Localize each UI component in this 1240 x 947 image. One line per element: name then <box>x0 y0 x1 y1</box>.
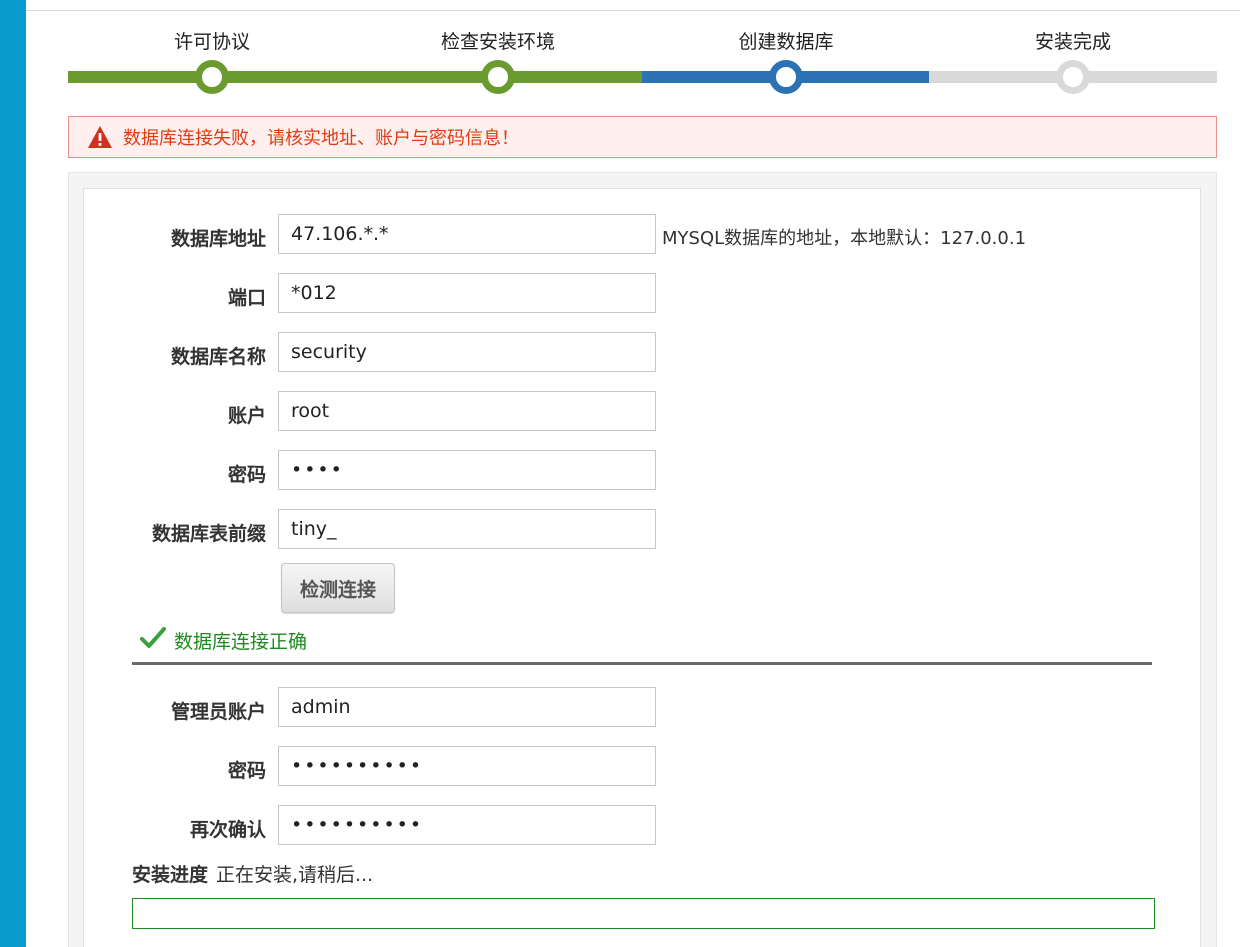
left-sidebar-strip <box>0 0 26 947</box>
admin-user-input[interactable] <box>278 687 656 727</box>
db-name-input[interactable] <box>278 332 656 372</box>
connection-status: 数据库连接正确 <box>140 626 307 654</box>
db-port-label: 端口 <box>227 287 266 309</box>
step-label-complete: 安装完成 <box>1034 31 1111 53</box>
db-host-label: 数据库地址 <box>170 228 266 250</box>
warning-icon <box>87 125 113 149</box>
progress-status: 正在安装,请稍后... <box>216 864 374 886</box>
check-connection-button[interactable]: 检测连接 <box>281 563 395 613</box>
admin-confirm-label: 再次确认 <box>189 819 266 841</box>
step-dot-create-db <box>769 60 803 94</box>
admin-user-label: 管理员账户 <box>170 701 266 723</box>
db-prefix-input[interactable] <box>278 509 656 549</box>
step-label-license: 许可协议 <box>173 31 250 53</box>
step-dot-license <box>195 60 229 94</box>
alert-message: 数据库连接失败，请核实地址、账户与密码信息！ <box>123 128 519 149</box>
admin-password-label: 密码 <box>227 760 266 782</box>
db-host-input[interactable] <box>278 214 656 254</box>
section-divider <box>132 662 1152 665</box>
step-dot-complete <box>1056 60 1090 94</box>
db-name-label: 数据库名称 <box>170 346 266 368</box>
db-prefix-label: 数据库表前缀 <box>151 523 266 545</box>
progress-label: 安装进度 <box>132 864 209 886</box>
db-user-label: 账户 <box>227 405 266 427</box>
step-label-env-check: 检查安装环境 <box>440 31 555 53</box>
db-password-label: 密码 <box>227 464 266 486</box>
install-progress-row: 安装进度 正在安装,请稍后... <box>132 860 373 887</box>
db-user-input[interactable] <box>278 391 656 431</box>
admin-confirm-input[interactable] <box>278 805 656 845</box>
db-password-input[interactable] <box>278 450 656 490</box>
db-port-input[interactable] <box>278 273 656 313</box>
progress-bar <box>132 898 1155 929</box>
error-alert: 数据库连接失败，请核实地址、账户与密码信息！ <box>68 116 1217 158</box>
check-icon <box>140 626 166 654</box>
header-divider <box>26 10 1240 11</box>
step-label-create-db: 创建数据库 <box>738 31 834 53</box>
admin-password-input[interactable] <box>278 746 656 786</box>
connection-status-text: 数据库连接正确 <box>174 630 308 653</box>
step-dot-env-check <box>481 60 515 94</box>
db-host-hint: MYSQL数据库的地址，本地默认：127.0.0.1 <box>662 228 1027 249</box>
